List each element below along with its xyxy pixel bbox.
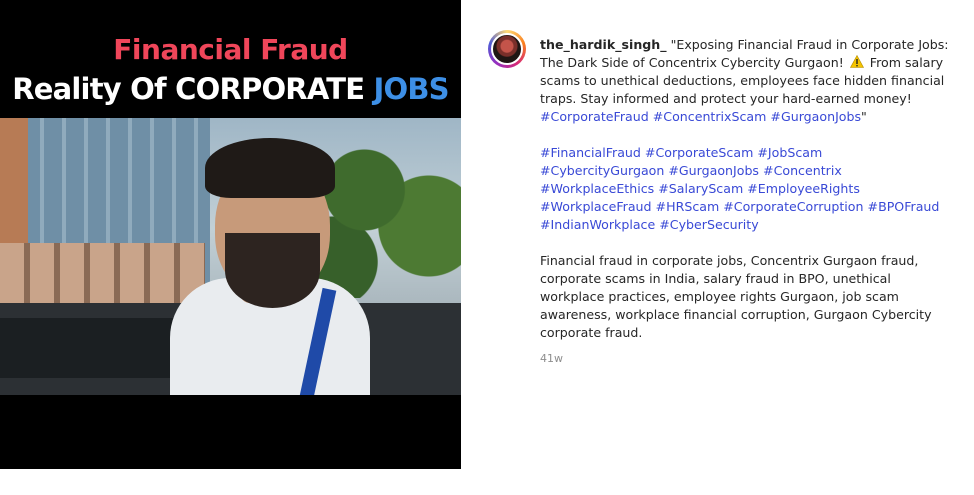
hashtag-link[interactable]: #WorkplaceFraud (540, 199, 652, 214)
hashtag-link[interactable]: #CorporateScam (645, 145, 753, 160)
hashtag-link[interactable]: #FinancialFraud (540, 145, 641, 160)
caption: the_hardik_singh_ "Exposing Financial Fr… (540, 36, 950, 368)
headline-line2: Reality Of CORPORATE JOBS (0, 70, 461, 108)
post-timestamp[interactable]: 41w (540, 350, 950, 368)
headline-accent: JOBS (373, 72, 450, 106)
caption-tags-inline: #CorporateFraud #ConcentrixScam #Gurgaon… (540, 109, 861, 124)
caption-paragraph-1: the_hardik_singh_ "Exposing Financial Fr… (540, 36, 950, 126)
avatar[interactable] (491, 33, 523, 65)
hashtag-link[interactable]: #HRScam (656, 199, 720, 214)
hashtag-block: #FinancialFraud #CorporateScam #JobScam … (540, 144, 950, 234)
hashtag-link[interactable]: #GurgaonJobs (770, 109, 861, 124)
hashtag-link[interactable]: #JobScam (757, 145, 822, 160)
hashtag-link[interactable]: #BPOFraud (868, 199, 940, 214)
hashtag-link[interactable]: #WorkplaceEthics (540, 181, 654, 196)
person-beard (225, 233, 320, 308)
hashtag-link[interactable]: #CybercityGurgaon (540, 163, 664, 178)
video-frame (0, 118, 461, 395)
username-link[interactable]: the_hardik_singh_ (540, 37, 667, 52)
hashtag-link[interactable]: #CyberSecurity (659, 217, 758, 232)
hashtag-link[interactable]: #IndianWorkplace (540, 217, 655, 232)
hashtag-link[interactable]: #ConcentrixScam (653, 109, 767, 124)
avatar-story-ring[interactable] (488, 30, 526, 68)
caption-close-quote: " (861, 109, 867, 124)
hashtag-link[interactable]: #EmployeeRights (747, 181, 860, 196)
media-headline: Financial Fraud Reality Of CORPORATE JOB… (0, 32, 461, 108)
post-media[interactable]: Financial Fraud Reality Of CORPORATE JOB… (0, 0, 461, 469)
hashtag-link[interactable]: #SalaryScam (658, 181, 743, 196)
keywords-paragraph: Financial fraud in corporate jobs, Conce… (540, 253, 932, 340)
hashtag-link[interactable]: #Concentrix (763, 163, 842, 178)
hashtag-link[interactable]: #CorporateFraud (540, 109, 649, 124)
headline-line1: Financial Fraud (113, 33, 348, 66)
headline-line2-text: Reality Of CORPORATE (12, 72, 374, 106)
person-hair (205, 138, 335, 198)
hashtag-link[interactable]: #CorporateCorruption (723, 199, 863, 214)
warning-icon (849, 55, 864, 68)
hashtag-link[interactable]: #GurgaonJobs (668, 163, 759, 178)
